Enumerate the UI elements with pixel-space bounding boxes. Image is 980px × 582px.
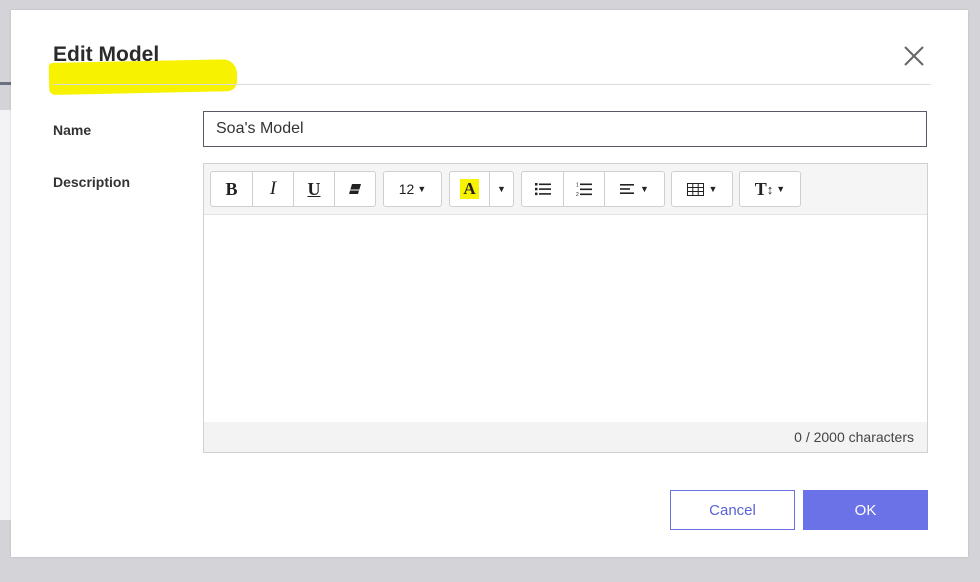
table-dropdown[interactable]: ▼ <box>672 172 732 206</box>
edit-model-dialog: Edit Model Name Description B I U <box>11 10 968 557</box>
dialog-title: Edit Model <box>53 43 160 66</box>
ok-button[interactable]: OK <box>803 490 928 530</box>
chevron-down-icon: ▼ <box>708 184 718 194</box>
align-left-icon <box>620 184 635 194</box>
color-group: A ▼ <box>449 171 514 207</box>
editor-toolbar: B I U 12 ▼ A ▼ 1 2 ▼ ▼ T ↕ ▼ <box>204 164 927 215</box>
clear-format-button[interactable] <box>335 172 375 206</box>
text-style-group: T ↕ ▼ <box>739 171 801 207</box>
chevron-down-icon: ▼ <box>640 184 649 194</box>
name-input[interactable] <box>203 111 927 147</box>
svg-text:2: 2 <box>576 192 579 197</box>
arrow-updown-icon: ↕ <box>766 181 774 197</box>
format-button-group: B I U <box>210 171 376 207</box>
description-text-area[interactable] <box>204 215 927 422</box>
description-editor: B I U 12 ▼ A ▼ 1 2 ▼ ▼ T ↕ ▼ 0 / 2000 ch… <box>203 163 928 453</box>
font-size-group: 12 ▼ <box>383 171 442 207</box>
text-style-dropdown[interactable]: T ↕ ▼ <box>740 172 800 206</box>
chevron-down-icon: ▼ <box>776 184 786 194</box>
align-dropdown[interactable]: ▼ <box>605 172 664 206</box>
color-dropdown-button[interactable]: ▼ <box>490 172 513 206</box>
description-label: Description <box>53 174 131 190</box>
table-icon <box>686 182 704 196</box>
chevron-down-icon: ▼ <box>497 184 506 194</box>
bold-button[interactable]: B <box>211 172 253 206</box>
eraser-icon <box>349 184 361 194</box>
numbered-list-icon: 1 2 <box>576 182 592 197</box>
font-size-value: 12 <box>398 181 415 197</box>
title-divider <box>53 84 931 85</box>
bulleted-list-icon <box>534 183 551 196</box>
text-size-icon: T <box>754 178 767 199</box>
italic-button[interactable]: I <box>253 172 294 206</box>
numbered-list-button[interactable]: 1 2 <box>564 172 605 206</box>
highlight-color-icon: A <box>460 179 479 199</box>
underline-button[interactable]: U <box>294 172 335 206</box>
table-group: ▼ <box>671 171 733 207</box>
name-label: Name <box>53 122 92 138</box>
editor-status-bar: 0 / 2000 characters <box>204 422 927 452</box>
svg-text:1: 1 <box>576 182 579 188</box>
chevron-down-icon: ▼ <box>417 184 427 194</box>
character-count: 0 / 2000 characters <box>794 429 914 445</box>
close-icon[interactable] <box>903 45 925 67</box>
font-size-dropdown[interactable]: 12 ▼ <box>384 172 441 206</box>
highlight-color-button[interactable]: A <box>450 172 490 206</box>
bulleted-list-button[interactable] <box>522 172 564 206</box>
paragraph-group: 1 2 ▼ <box>521 171 665 207</box>
cancel-button[interactable]: Cancel <box>670 490 795 530</box>
